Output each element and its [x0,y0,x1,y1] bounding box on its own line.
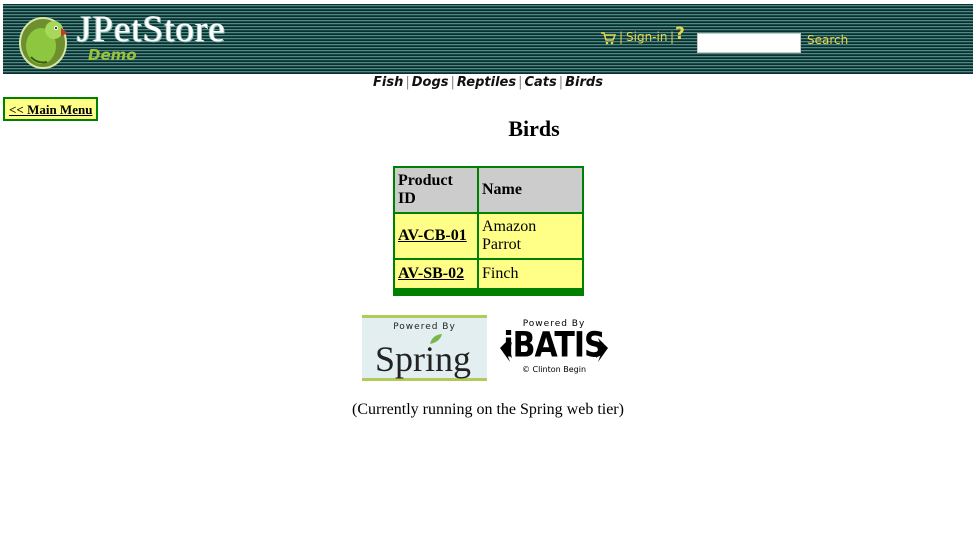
spring-logo[interactable]: Powered By Spring [362,315,487,381]
nav-dogs[interactable]: Dogs [412,75,449,90]
header-separator: | [619,30,624,44]
nav-cats[interactable]: Cats [524,75,556,90]
product-table: Product ID Name AV-CB-01 Amazon Parrot A… [393,166,584,296]
product-id-link[interactable]: AV-SB-02 [398,265,464,282]
header-separator: | [670,30,675,44]
nav-separator: | [558,75,564,90]
ibatis-logo-text: iBATIS [503,325,605,366]
table-row: AV-SB-02 Finch [395,260,582,288]
table-row: AV-CB-01 Amazon Parrot [395,214,582,258]
footer-note: (Currently running on the Spring web tie… [352,401,624,418]
app-subtitle: Demo [88,46,137,64]
main-menu-link[interactable]: << Main Menu [9,102,92,117]
app-title[interactable]: JPetStore [77,8,226,51]
product-name-cell: Amazon Parrot [479,214,582,258]
nav-separator: | [450,75,455,90]
page-title: Birds [508,116,560,141]
parrot-logo-icon[interactable] [17,12,69,70]
nav-reptiles[interactable]: Reptiles [457,75,516,90]
category-nav: Fish | Dogs | Reptiles | Cats | Birds [0,74,976,92]
spring-logo-text: Spring [375,339,472,379]
nav-separator: | [405,75,410,90]
table-footer-cell [395,290,582,294]
header-banner: JPetStore Demo | Sign-in | ? Search [3,4,973,74]
table-header-row: Product ID Name [395,168,582,212]
product-id-cell: AV-CB-01 [395,214,477,258]
column-header-name: Name [479,168,582,212]
nav-birds[interactable]: Birds [565,75,603,90]
product-name-cell: Finch [479,260,582,288]
spring-powered-by-text: Powered By [393,322,456,332]
ibatis-logo[interactable]: Powered By iBATIS © Clinton Begin [498,318,610,380]
sign-in-link[interactable]: Sign-in [626,30,667,44]
search-button[interactable]: Search [805,31,850,49]
help-icon[interactable]: ? [675,24,685,44]
search-input[interactable] [697,33,801,53]
table-footer-row [395,290,582,294]
column-header-product-id: Product ID [395,168,477,212]
product-id-cell: AV-SB-02 [395,260,477,288]
product-id-link[interactable]: AV-CB-01 [398,227,467,244]
cart-icon[interactable] [600,31,616,45]
ibatis-copyright: © Clinton Begin [521,365,587,374]
nav-fish[interactable]: Fish [373,75,403,90]
